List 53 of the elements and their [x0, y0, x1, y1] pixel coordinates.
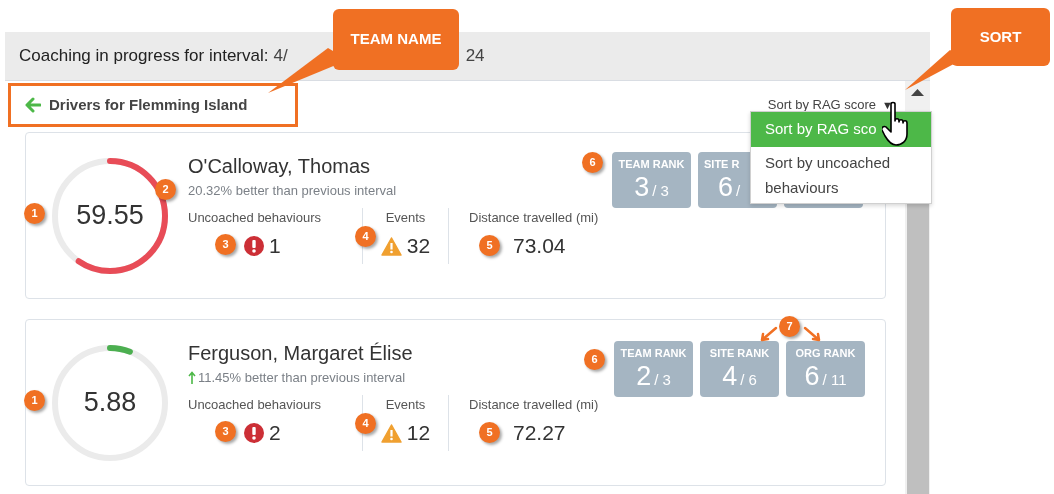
callout-label: TEAM NAME [333, 9, 459, 70]
stat-value: 32 [406, 233, 431, 260]
rank-label: SITE R [704, 158, 740, 171]
number-marker: 1 [24, 390, 45, 411]
rank-label: TEAM RANK [620, 347, 687, 360]
number-marker: 3 [215, 421, 236, 442]
rank-value: 6 [718, 171, 734, 203]
stat-value: 72.27 [513, 420, 566, 447]
stat-value: 2 [269, 420, 281, 447]
rank-value: 4 [722, 360, 738, 392]
number-marker: 5 [479, 235, 500, 256]
number-marker: 4 [355, 413, 376, 434]
rank-total: / 11 [822, 370, 847, 390]
rank-label: TEAM RANK [618, 158, 685, 171]
stat-value: 1 [269, 233, 281, 260]
number-marker: 7 [779, 316, 800, 337]
callout-label: SORT [951, 8, 1050, 66]
rank-value: 2 [636, 360, 652, 392]
sort-option[interactable]: Sort by uncoached behaviours [751, 147, 911, 203]
number-marker: 1 [24, 203, 45, 224]
change-text: 11.45% better than previous interval [198, 369, 406, 388]
stat-label: Uncoached behaviours [188, 209, 322, 227]
rank-label: ORG RANK [795, 347, 856, 360]
change-text: 20.32% better than previous interval [188, 182, 397, 201]
interval-value: 24 [465, 45, 485, 68]
interval-value: 4/ [273, 45, 288, 68]
number-marker: 6 [584, 349, 605, 370]
rank-value: 3 [634, 171, 650, 203]
number-marker: 3 [215, 234, 236, 255]
driver-name: O'Calloway, Thomas [188, 154, 371, 179]
header-label: Coaching in progress for interval: [19, 45, 269, 68]
number-marker: 4 [355, 226, 376, 247]
rank-value: 6 [804, 360, 820, 392]
number-marker: 5 [479, 422, 500, 443]
stat-label: Distance travelled (mi) [469, 209, 599, 227]
rank-total: / 6 [740, 370, 757, 390]
stat-label: Distance travelled (mi) [469, 396, 599, 414]
caret-icon: ▼ [882, 96, 893, 114]
rank-total: / 3 [654, 370, 671, 390]
stat-label: Uncoached behaviours [188, 396, 322, 414]
driver-name: Ferguson, Margaret Élise [188, 341, 413, 366]
number-marker: 6 [582, 152, 603, 173]
score-value: 59.55 [76, 199, 144, 233]
stat-value: 12 [406, 420, 431, 447]
rank-total: / [736, 181, 741, 201]
stat-label: Events [385, 396, 426, 414]
rank-label: SITE RANK [709, 347, 770, 360]
number-marker: 2 [155, 179, 176, 200]
score-value: 5.88 [83, 386, 137, 420]
stat-label: Events [385, 209, 426, 227]
stat-value: 73.04 [513, 233, 566, 260]
team-link[interactable]: Drivers for Flemming Island [8, 83, 298, 127]
rank-total: / 3 [652, 181, 669, 201]
